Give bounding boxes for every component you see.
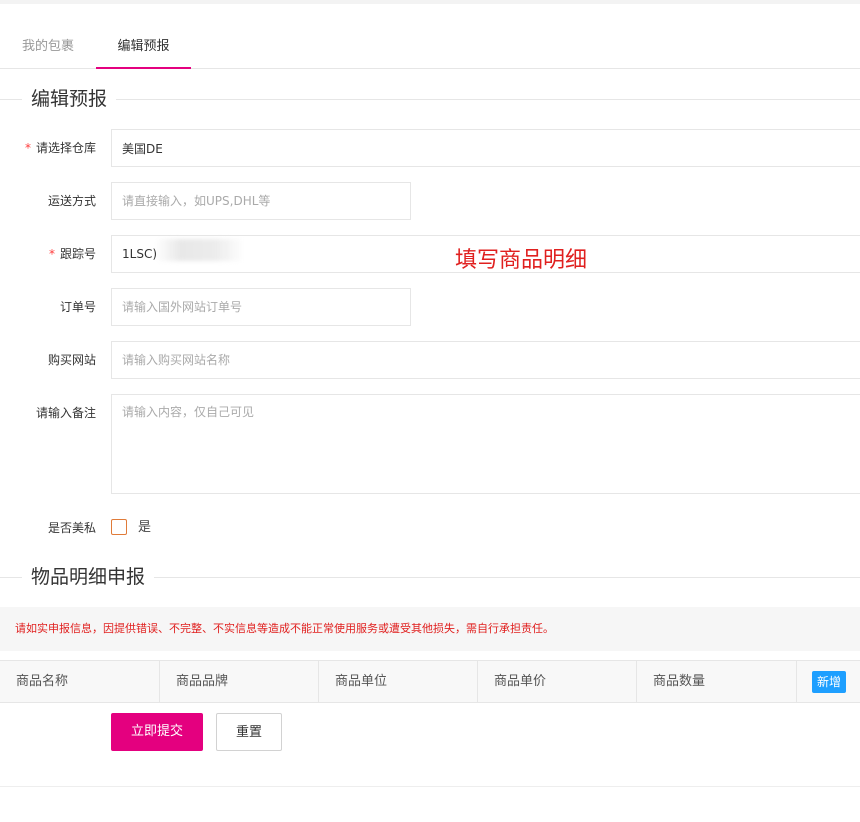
section-title: 编辑预报 <box>22 84 117 114</box>
remark-textarea[interactable] <box>111 394 860 494</box>
tab-my-packages[interactable]: 我的包裹 <box>0 28 96 68</box>
purchase-site-input[interactable] <box>111 341 860 379</box>
tracking-label: * 跟踪号 <box>48 247 96 261</box>
shipping-label: 运送方式 <box>47 194 96 208</box>
section-title: 物品明细申报 <box>22 562 155 592</box>
submit-button[interactable]: 立即提交 <box>111 713 203 751</box>
column-header: 商品单位 <box>319 661 478 702</box>
add-item-button[interactable]: 新增 <box>812 671 846 693</box>
annotation-text: 填写商品明细 <box>455 248 588 273</box>
warehouse-label: * 请选择仓库 <box>24 141 96 155</box>
items-table-header: 商品名称 商品品牌 商品单位 商品单价 商品数量 <box>0 660 860 703</box>
private-option-label[interactable]: 是 <box>138 518 151 538</box>
section-edit-forecast: 编辑预报 <box>0 84 860 114</box>
order-number-input[interactable] <box>111 288 411 326</box>
reset-button[interactable]: 重置 <box>216 713 282 751</box>
redaction-blur <box>155 239 241 261</box>
column-header: 商品数量 <box>637 661 797 702</box>
warehouse-select[interactable] <box>111 129 860 167</box>
shipping-method-input[interactable] <box>111 182 411 220</box>
tab-bar: 我的包裹 编辑预报 <box>0 28 860 69</box>
required-mark: * <box>48 247 55 261</box>
column-header: 商品品牌 <box>160 661 319 702</box>
warning-notice: 请如实申报信息，因提供错误、不完整、不实信息等造成不能正常使用服务或遭受其他损失… <box>0 607 860 651</box>
private-label: 是否美私 <box>47 521 96 535</box>
site-label: 购买网站 <box>47 353 96 367</box>
bottom-divider <box>0 786 860 787</box>
column-header: 商品名称 <box>0 661 160 702</box>
column-header: 商品单价 <box>478 661 637 702</box>
top-strip <box>0 0 860 4</box>
section-items: 物品明细申报 <box>0 562 860 592</box>
required-mark: * <box>24 141 31 155</box>
tab-edit-forecast[interactable]: 编辑预报 <box>96 28 191 69</box>
remark-label: 请输入备注 <box>35 406 96 420</box>
order-label: 订单号 <box>59 300 96 314</box>
section-divider <box>0 99 860 100</box>
private-checkbox[interactable] <box>111 519 127 535</box>
